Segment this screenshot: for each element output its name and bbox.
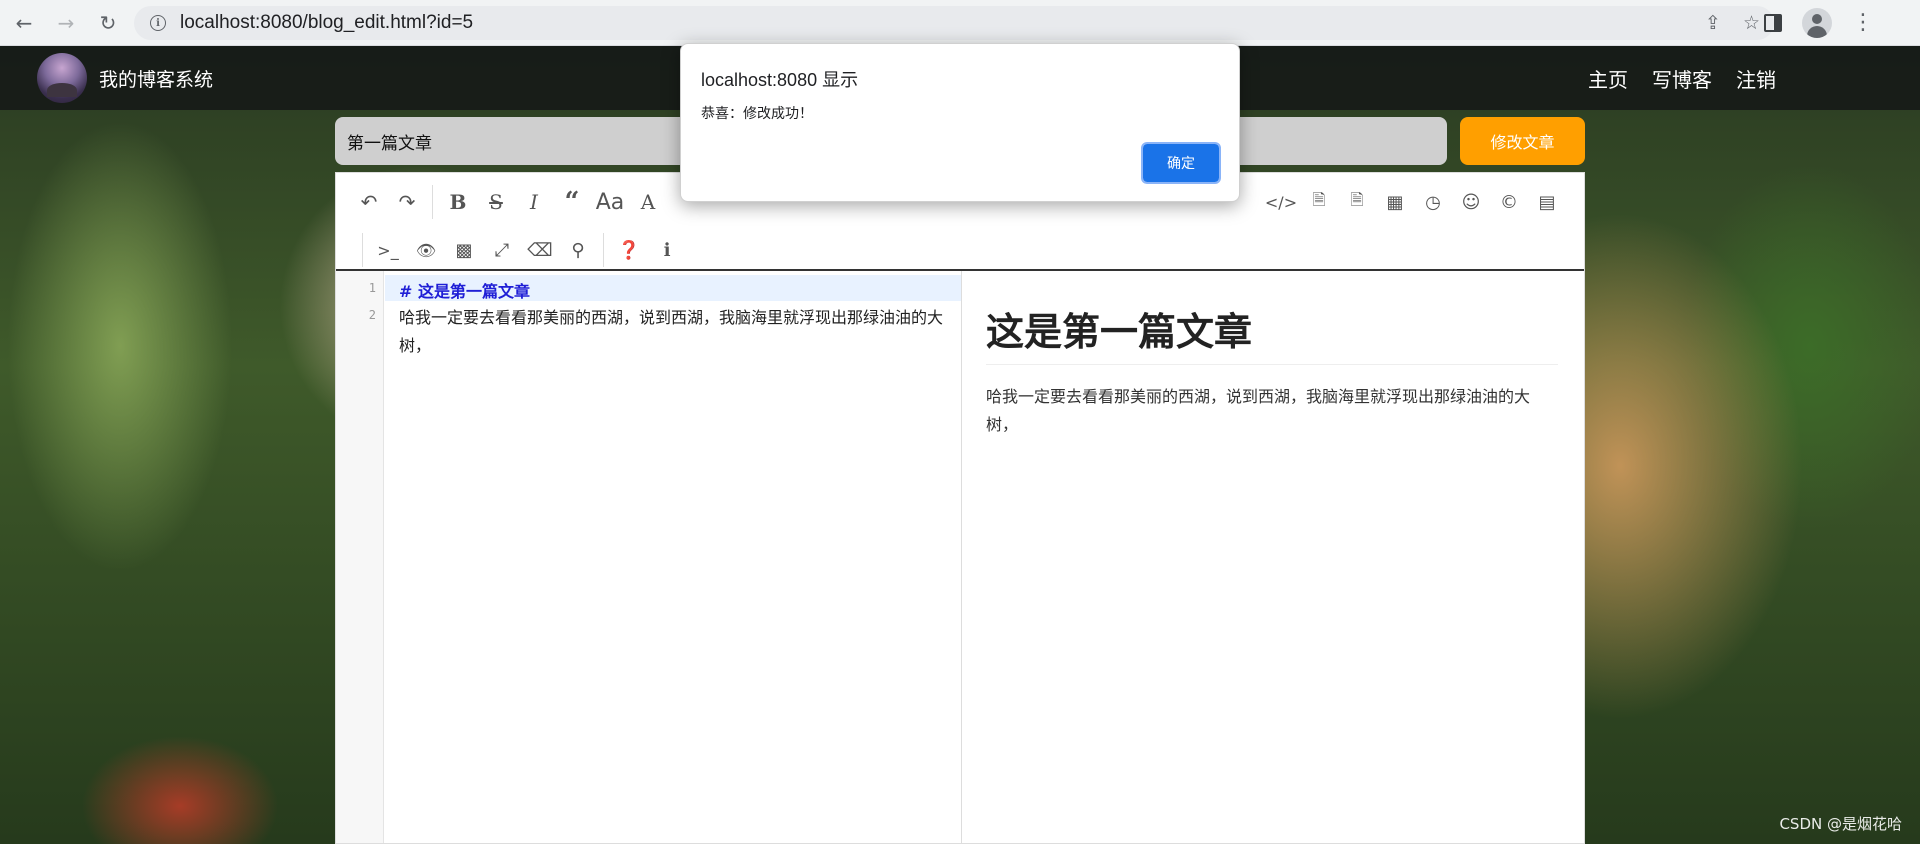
emoji-icon[interactable]: ☺ — [1452, 185, 1490, 219]
line-number: 2 — [368, 308, 376, 322]
table-icon[interactable]: ▦ — [1376, 185, 1414, 219]
share-icon[interactable]: ⇪ — [1705, 12, 1721, 34]
alert-title: localhost:8080 显示 — [701, 70, 859, 90]
search-icon[interactable]: ⚲ — [559, 233, 597, 267]
reload-icon[interactable]: ↻ — [90, 5, 126, 41]
forward-icon[interactable]: → — [48, 5, 84, 41]
alert-message: 恭喜：修改成功！ — [701, 106, 813, 122]
terminal-icon[interactable]: >_ — [369, 233, 407, 267]
uppercase-icon[interactable]: Aa — [591, 185, 629, 219]
pagebreak-icon[interactable]: ▤ — [1528, 185, 1566, 219]
eraser-icon[interactable]: ⌫ — [521, 233, 559, 267]
line-number: 1 — [368, 281, 376, 295]
source-paragraph-line[interactable]: 哈我一定要去看看那美丽的西湖，说到西湖，我脑海里就浮现出那绿油油的大树， — [399, 304, 951, 360]
markdown-preview: 这是第一篇文章 哈我一定要去看看那美丽的西湖，说到西湖，我脑海里就浮现出那绿油油… — [962, 271, 1584, 843]
info-icon[interactable]: ℹ — [648, 233, 686, 267]
site-info-icon[interactable]: i — [150, 15, 166, 31]
alert-dialog: localhost:8080 显示 恭喜：修改成功！ 确定 — [680, 43, 1240, 202]
alert-ok-button[interactable]: 确定 — [1141, 142, 1221, 184]
italic-icon[interactable]: I — [515, 185, 553, 219]
nav-logout-link[interactable]: 注销 — [1736, 64, 1776, 93]
code-block-icon[interactable]: 🗎 — [1338, 185, 1376, 219]
help-icon[interactable]: ❓ — [610, 233, 648, 267]
code-icon[interactable]: </> — [1262, 185, 1300, 219]
font-icon[interactable]: A — [629, 185, 667, 219]
url-text[interactable]: localhost:8080/blog_edit.html?id=5 — [180, 12, 473, 34]
side-panel-icon[interactable] — [1764, 14, 1782, 32]
menu-kebab-icon[interactable]: ⋮ — [1852, 12, 1874, 34]
markdown-editor: ↶ ↷ B S I “ Aa A </> 🗎 🗎 ▦ ◷ ☺ © ▤ >_ 👁 … — [335, 172, 1585, 844]
bookmark-star-icon[interactable]: ☆ — [1743, 12, 1760, 34]
browser-chrome: ← → ↻ i localhost:8080/blog_edit.html?id… — [0, 0, 1920, 46]
strikethrough-icon[interactable]: S — [477, 185, 515, 219]
fullscreen-icon[interactable]: ⤢ — [483, 233, 521, 267]
address-bar[interactable]: i localhost:8080/blog_edit.html?id=5 ⇪ ☆ — [134, 6, 1774, 40]
preview-heading: 这是第一篇文章 — [986, 301, 1558, 365]
source-heading-line[interactable]: # 这是第一篇文章 — [399, 278, 530, 302]
preview-paragraph: 哈我一定要去看看那美丽的西湖，说到西湖，我脑海里就浮现出那绿油油的大树， — [986, 387, 1531, 434]
markdown-source[interactable]: # 这是第一篇文章 哈我一定要去看看那美丽的西湖，说到西湖，我脑海里就浮现出那绿… — [385, 271, 961, 843]
nav-write-link[interactable]: 写博客 — [1652, 64, 1712, 93]
hide-preview-icon[interactable]: 👁 — [407, 233, 445, 267]
site-logo — [37, 53, 87, 103]
redo-icon[interactable]: ↷ — [388, 185, 426, 219]
update-article-button[interactable]: 修改文章 — [1460, 117, 1585, 165]
back-icon[interactable]: ← — [6, 5, 42, 41]
html-entities-icon[interactable]: © — [1490, 185, 1528, 219]
nav-home-link[interactable]: 主页 — [1588, 64, 1628, 93]
profile-avatar-icon[interactable] — [1802, 8, 1832, 38]
site-title: 我的博客系统 — [99, 68, 214, 91]
undo-icon[interactable]: ↶ — [350, 185, 388, 219]
code-file-icon[interactable]: 🗎 — [1300, 185, 1338, 219]
watch-preview-icon[interactable]: ▩ — [445, 233, 483, 267]
bold-icon[interactable]: B — [439, 185, 477, 219]
csdn-watermark: CSDN @是烟花哈 — [1779, 815, 1902, 833]
line-number-gutter: 1 2 — [336, 271, 384, 843]
datetime-icon[interactable]: ◷ — [1414, 185, 1452, 219]
quote-icon[interactable]: “ — [553, 185, 591, 219]
